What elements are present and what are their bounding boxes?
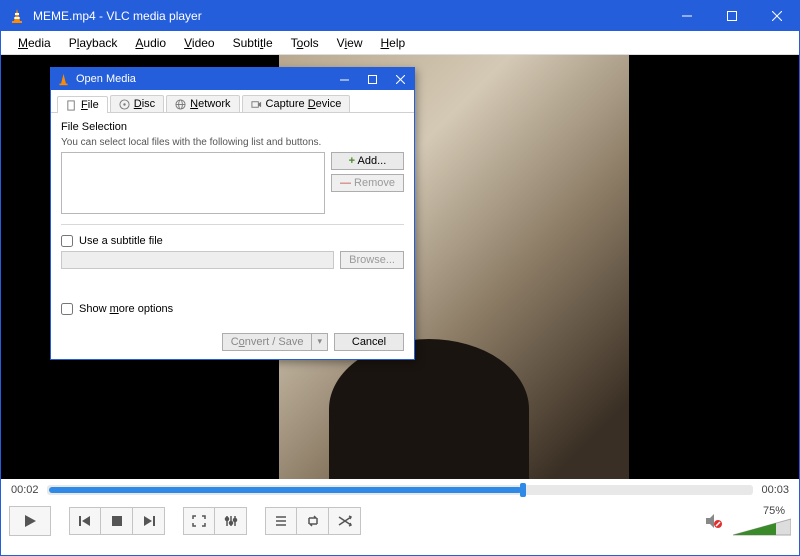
- shuffle-button[interactable]: [329, 507, 361, 535]
- time-total[interactable]: 00:03: [761, 484, 789, 496]
- menu-media[interactable]: Media: [9, 34, 60, 52]
- vlc-cone-icon: [9, 8, 25, 24]
- tab-file[interactable]: File: [57, 96, 108, 113]
- show-more-options-label: Show more options: [79, 303, 173, 315]
- seek-progress: [49, 487, 523, 493]
- extended-settings-button[interactable]: [215, 507, 247, 535]
- loop-icon: [306, 515, 320, 527]
- dialog-maximize-button[interactable]: [358, 68, 386, 90]
- minimize-button[interactable]: [664, 1, 709, 31]
- speaker-muted-icon: [705, 512, 723, 530]
- dialog-titlebar[interactable]: Open Media: [51, 68, 414, 90]
- dialog-body: File Selection You can select local file…: [51, 113, 414, 325]
- capture-icon: [251, 99, 262, 110]
- maximize-button[interactable]: [709, 1, 754, 31]
- file-list[interactable]: [61, 152, 325, 214]
- dialog-tabs: File Disc Network Capture Device: [51, 90, 414, 113]
- controls-bar: 75%: [1, 501, 799, 541]
- shuffle-icon: [338, 515, 352, 527]
- dialog-title: Open Media: [76, 73, 136, 85]
- fullscreen-button[interactable]: [183, 507, 215, 535]
- dialog-close-button[interactable]: [386, 68, 414, 90]
- tab-network[interactable]: Network: [166, 95, 239, 112]
- loop-button[interactable]: [297, 507, 329, 535]
- time-bar: 00:02 00:03: [1, 479, 799, 501]
- menu-video[interactable]: Video: [175, 34, 223, 52]
- file-icon: [66, 100, 77, 111]
- menu-bar: Media Playback Audio Video Subtitle Tool…: [1, 31, 799, 55]
- tab-disc[interactable]: Disc: [110, 95, 164, 112]
- convert-save-button[interactable]: Convert / Save▾: [222, 333, 328, 351]
- file-selection-label: File Selection: [61, 121, 404, 133]
- skip-back-icon: [78, 515, 92, 527]
- network-icon: [175, 99, 186, 110]
- subtitle-path-field: [61, 251, 334, 269]
- play-button[interactable]: [9, 506, 51, 536]
- use-subtitle-checkbox[interactable]: [61, 235, 73, 247]
- playlist-icon: [274, 515, 288, 527]
- remove-button[interactable]: — Remove: [331, 174, 404, 192]
- menu-tools[interactable]: Tools: [282, 34, 328, 52]
- playlist-button[interactable]: [265, 507, 297, 535]
- disc-icon: [119, 99, 130, 110]
- close-button[interactable]: [754, 1, 799, 31]
- dropdown-arrow-icon[interactable]: ▾: [312, 333, 328, 351]
- stop-icon: [111, 515, 123, 527]
- show-more-options-checkbox[interactable]: [61, 303, 73, 315]
- time-elapsed[interactable]: 00:02: [11, 484, 39, 496]
- previous-button[interactable]: [69, 507, 101, 535]
- menu-help[interactable]: Help: [371, 34, 414, 52]
- video-area[interactable]: Open Media File Disc Network Capture Dev…: [1, 55, 799, 479]
- next-button[interactable]: [133, 507, 165, 535]
- volume-slider[interactable]: [733, 517, 791, 537]
- use-subtitle-label: Use a subtitle file: [79, 235, 163, 247]
- menu-audio[interactable]: Audio: [126, 34, 175, 52]
- menu-subtitle[interactable]: Subtitle: [224, 34, 282, 52]
- equalizer-icon: [224, 515, 238, 527]
- window-title: MEME.mp4 - VLC media player: [33, 9, 664, 23]
- stop-button[interactable]: [101, 507, 133, 535]
- vlc-cone-icon: [57, 73, 70, 86]
- seek-knob[interactable]: [520, 483, 526, 497]
- dialog-minimize-button[interactable]: [330, 68, 358, 90]
- file-selection-hint: You can select local files with the foll…: [61, 137, 404, 148]
- open-media-dialog: Open Media File Disc Network Capture Dev…: [50, 67, 415, 360]
- dialog-footer: Convert / Save▾ Cancel: [51, 325, 414, 359]
- volume-percent: 75%: [763, 505, 785, 517]
- tab-capture[interactable]: Capture Device: [242, 95, 351, 112]
- mute-button[interactable]: [705, 512, 723, 530]
- cancel-button[interactable]: Cancel: [334, 333, 404, 351]
- window-titlebar: MEME.mp4 - VLC media player: [1, 1, 799, 31]
- menu-view[interactable]: View: [328, 34, 372, 52]
- skip-forward-icon: [142, 515, 156, 527]
- seek-slider[interactable]: [47, 485, 754, 495]
- browse-button[interactable]: Browse...: [340, 251, 404, 269]
- play-icon: [23, 514, 37, 528]
- add-button[interactable]: + Add...: [331, 152, 404, 170]
- menu-playback[interactable]: Playback: [60, 34, 127, 52]
- fullscreen-icon: [192, 515, 206, 527]
